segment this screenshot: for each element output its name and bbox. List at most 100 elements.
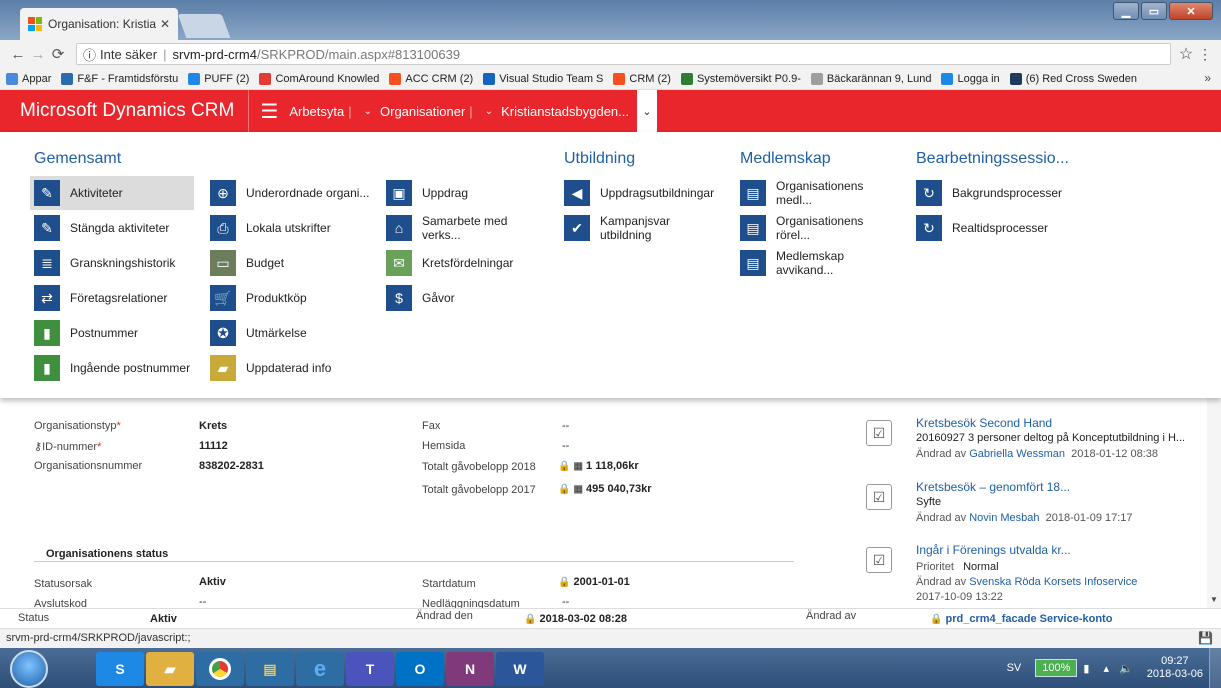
start-button[interactable] (10, 650, 48, 688)
activity-scrollbar[interactable]: ▼ (1207, 398, 1221, 608)
crumb-arbetsyta[interactable]: Arbetsyta (289, 104, 344, 119)
menu-item-updated-info[interactable]: ▰ Uppdaterad info (206, 351, 370, 385)
bookmark-item[interactable]: ACC CRM (2) (389, 72, 473, 85)
menu-item-realtime-processes[interactable]: ↻ Realtidsprocesser (912, 211, 1076, 245)
bookmark-item[interactable]: Bäckarännan 9, Lund (810, 72, 931, 85)
bookmark-item[interactable]: ComAround Knowled (259, 72, 379, 85)
web-value[interactable]: -- (562, 440, 569, 452)
chevron-down-icon[interactable]: ⌄ (485, 106, 493, 117)
word-icon[interactable]: W (496, 652, 544, 686)
volume-icon[interactable]: 🔈 (1119, 662, 1133, 675)
menu-item-business-relations[interactable]: ⇄ Företagsrelationer (30, 281, 194, 315)
activity-title[interactable]: Ingår i Förenings utvalda kr... (916, 543, 1071, 557)
bookmark-item[interactable]: Visual Studio Team S (483, 72, 603, 85)
show-desktop-button[interactable] (1209, 648, 1221, 688)
folder-icon[interactable]: ▰ (146, 652, 194, 686)
menu-item-audit-history[interactable]: ≣ Granskningshistorik (30, 246, 194, 280)
menu-item-local-prints[interactable]: ⎙ Lokala utskrifter (206, 211, 370, 245)
chrome-icon[interactable] (196, 652, 244, 686)
save-icon[interactable]: 💾 (1198, 631, 1213, 645)
menu-item-org-members[interactable]: ▤ Organisationens medl... (736, 176, 900, 210)
shutdown-value[interactable]: -- (562, 596, 569, 608)
orgnr-value[interactable]: 838202-2831 (199, 460, 264, 472)
closecode-value[interactable]: -- (199, 596, 206, 608)
crumb-record[interactable]: Kristianstadsbygden... (501, 104, 629, 119)
bookmark-favicon-icon (6, 72, 18, 85)
bookmark-item[interactable]: (6) Red Cross Sweden (1009, 72, 1137, 85)
forward-icon[interactable]: → (28, 46, 48, 63)
activity-author-link[interactable]: Gabriella Wessman (969, 448, 1065, 460)
audit-history-icon: ≣ (34, 250, 60, 276)
tray-up-icon[interactable]: ▴ (1103, 662, 1109, 675)
menu-item-assignment[interactable]: ▣ Uppdrag (382, 176, 546, 210)
activity-title[interactable]: Kretsbesök – genomfört 18... (916, 480, 1070, 494)
menu-item-assignment-training[interactable]: ◀ Uppdragsutbildningar (560, 176, 724, 210)
bookmark-item[interactable]: Systemöversikt P0.9- (680, 72, 801, 85)
ie-icon[interactable]: e (296, 652, 344, 686)
more-bookmarks-icon[interactable]: » (1204, 71, 1211, 85)
menu-item-closed-activities[interactable]: ✎ Stängda aktiviteter (30, 211, 194, 245)
bookmark-item[interactable]: PUFF (2) (188, 72, 249, 85)
menu-item-membership-deviations[interactable]: ▤ Medlemskap avvikand... (736, 246, 900, 280)
site-map-flyout: Gemensamt Utbildning Medlemskap Bearbetn… (0, 132, 1221, 398)
chevron-down-icon[interactable]: ⌄ (636, 90, 657, 132)
clock[interactable]: 09:27 2018-03-06 (1147, 655, 1203, 681)
scroll-down-icon[interactable]: ▼ (1210, 595, 1218, 604)
outlook-icon[interactable]: O (396, 652, 444, 686)
reload-icon[interactable]: ⟳ (48, 45, 68, 63)
info-icon[interactable]: ⓘ (83, 45, 96, 64)
activity-date: 2017-10-09 13:22 (916, 591, 1003, 603)
new-tab-button[interactable] (177, 14, 231, 38)
language-indicator[interactable]: SV (1007, 662, 1022, 674)
notes-icon[interactable]: ▤ (246, 652, 294, 686)
crumb-organisationer[interactable]: Organisationer (380, 104, 465, 119)
tab-close-icon[interactable]: ✕ (160, 17, 170, 31)
menu-item-background-processes[interactable]: ↻ Bakgrundsprocesser (912, 176, 1076, 210)
close-window-button[interactable]: ✕ (1169, 2, 1213, 20)
gift2018-label: Totalt gåvobelopp 2018 (422, 461, 536, 473)
skype-icon[interactable]: S (96, 652, 144, 686)
menu-item-sub-organisations[interactable]: ⊕ Underordnade organi... (206, 176, 370, 210)
minimize-button[interactable]: ▁ (1113, 2, 1139, 20)
menu-item-postal-codes[interactable]: ▮ Postnummer (30, 316, 194, 350)
security-label[interactable]: Inte säker (100, 47, 157, 62)
menu-item-product-purchase[interactable]: 🛒 Produktköp (206, 281, 370, 315)
menu-item-incoming-postal-codes[interactable]: ▮ Ingående postnummer (30, 351, 194, 385)
org-type-value[interactable]: Krets (199, 420, 227, 432)
chevron-down-icon[interactable]: ⌄ (364, 106, 372, 117)
closed-activities-icon: ✎ (34, 215, 60, 241)
teams-icon[interactable]: T (346, 652, 394, 686)
crm-brand[interactable]: Microsoft Dynamics CRM (0, 90, 250, 132)
calculator-icon: ▦ (573, 461, 583, 472)
menu-item-campaign-training[interactable]: ✔ Kampanjsvar utbildning (560, 211, 724, 245)
hamburger-menu-icon[interactable]: ☰ (249, 90, 289, 132)
bookmark-item[interactable]: Appar (6, 72, 51, 85)
activity-author-link[interactable]: Novin Mesbah (969, 512, 1039, 524)
bookmark-star-icon[interactable]: ☆ (1175, 44, 1197, 64)
menu-item-circuit-distributions[interactable]: ✉ Kretsfördelningar (382, 246, 546, 280)
id-value[interactable]: 11112 (199, 440, 228, 452)
battery-indicator[interactable]: 100% (1035, 659, 1078, 677)
onenote-icon[interactable]: N (446, 652, 494, 686)
fax-value[interactable]: -- (562, 420, 569, 432)
reason-value[interactable]: Aktiv (199, 576, 226, 588)
back-icon[interactable]: ← (8, 46, 28, 63)
bookmark-item[interactable]: CRM (2) (613, 72, 671, 85)
activity-title[interactable]: Kretsbesök Second Hand (916, 416, 1052, 430)
maximize-button[interactable]: ▭ (1141, 2, 1167, 20)
footer-changedby-value[interactable]: 🔒 prd_crm4_facade Service-konto (930, 613, 1112, 625)
menu-item-org-movements[interactable]: ▤ Organisationens rörel... (736, 211, 900, 245)
menu-item-award[interactable]: ✪ Utmärkelse (206, 316, 370, 350)
menu-item-cooperation[interactable]: ⌂ Samarbete med verks... (382, 211, 546, 245)
bookmark-item[interactable]: F&F - Framtidsförstu (61, 72, 178, 85)
browser-menu-icon[interactable]: ⋮ (1197, 46, 1213, 63)
browser-tab[interactable]: Organisation: Kristianstad ✕ (20, 8, 178, 40)
menu-item-activities[interactable]: ✎ Aktiviteter (30, 176, 194, 210)
menu-item-gifts[interactable]: $ Gåvor (382, 281, 546, 315)
bookmark-item[interactable]: Logga in (941, 72, 1000, 85)
battery-icon[interactable]: ▮ (1083, 662, 1089, 675)
menu-item-budget[interactable]: ▭ Budget (206, 246, 370, 280)
url-input[interactable]: ⓘ Inte säker | srvm-prd-crm4/SRKPROD/mai… (76, 43, 1171, 65)
group-bearbetning: Bearbetningssessio... (916, 150, 1069, 167)
activity-author-link[interactable]: Svenska Röda Korsets Infoservice (969, 576, 1137, 588)
